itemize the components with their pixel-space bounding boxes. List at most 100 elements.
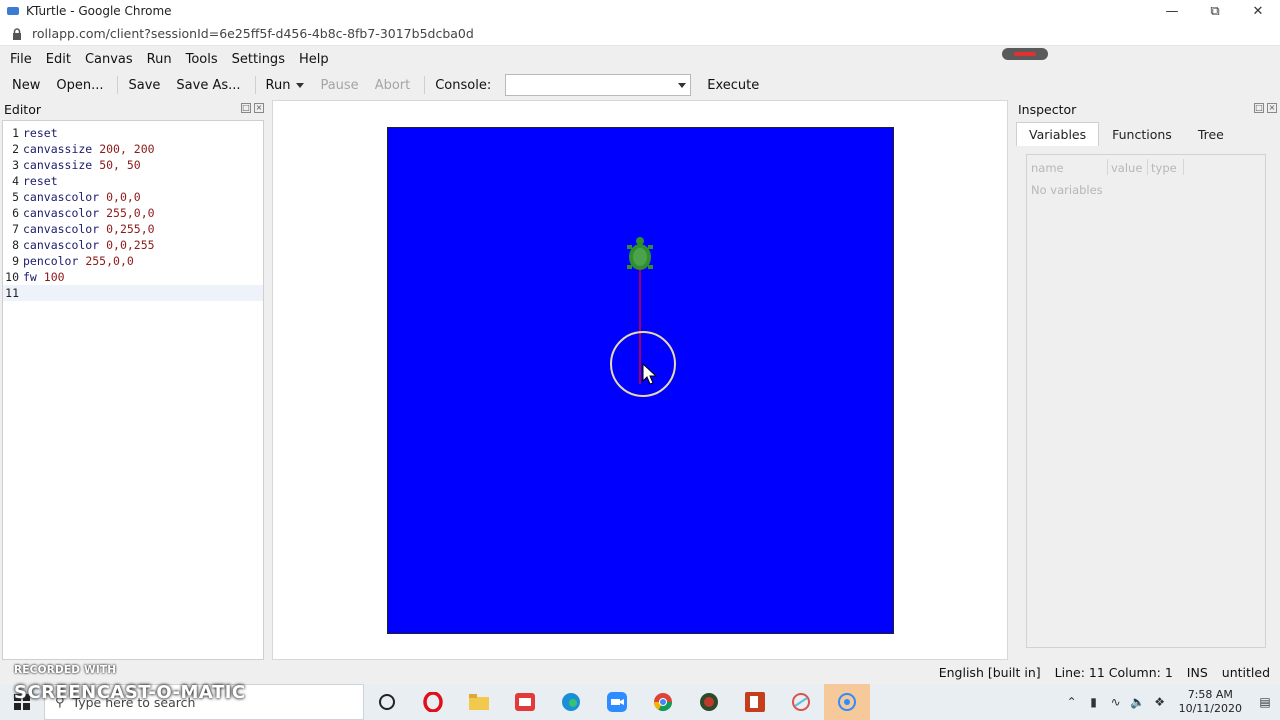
save-button[interactable]: Save [122, 78, 166, 93]
column-separator [1107, 159, 1108, 175]
taskbar-pin-app[interactable] [778, 684, 824, 720]
code-command: canvascolor [23, 190, 100, 204]
run-label: Run [265, 77, 291, 93]
menu-tools[interactable]: Tools [180, 52, 224, 67]
turtle-icon [627, 237, 653, 270]
column-header-type[interactable]: type [1151, 161, 1177, 175]
abort-button[interactable]: Abort [369, 78, 417, 93]
taskbar-chrome[interactable] [640, 684, 686, 720]
taskbar-opera[interactable] [410, 684, 456, 720]
minimize-button[interactable]: — [1152, 0, 1192, 22]
url-text[interactable]: rollapp.com/client?sessionId=6e25ff5f-d4… [32, 26, 474, 41]
pin-app-icon [792, 693, 810, 711]
code-args: 0,255,0 [106, 222, 155, 236]
code-line: 5 canvascolor 0,0,0 [3, 189, 263, 205]
cortana-button[interactable] [364, 684, 410, 720]
open-button[interactable]: Open... [50, 78, 109, 93]
restore-icon: ⧉ [1210, 3, 1220, 19]
line-number: 10 [5, 270, 19, 284]
canvas-area [272, 100, 1008, 660]
console-label: Console: [435, 77, 492, 93]
notification-icon: ▤ [1259, 695, 1271, 709]
line-number: 8 [12, 238, 19, 252]
float-panel-button[interactable]: □ [241, 103, 251, 113]
column-header-name[interactable]: name [1031, 161, 1064, 175]
taskbar-mail-app[interactable] [502, 684, 548, 720]
browser-title-bar: KTurtle - Google Chrome — ⧉ ✕ [0, 0, 1280, 22]
run-button[interactable]: Run [260, 78, 311, 93]
address-bar[interactable]: rollapp.com/client?sessionId=6e25ff5f-d4… [0, 22, 1280, 46]
toolbar-separator [117, 76, 119, 94]
new-button[interactable]: New [6, 78, 46, 93]
edge-icon [562, 693, 580, 711]
column-separator [1183, 159, 1184, 175]
recorder-badge: RECORDED WITH [14, 664, 117, 676]
variables-table[interactable]: name value type No variables [1026, 154, 1266, 648]
status-language: English [built in] [938, 664, 1041, 680]
code-args: 255,0,0 [85, 254, 134, 268]
line-number: 7 [12, 222, 19, 236]
close-panel-button[interactable]: × [1267, 103, 1277, 113]
editor-title: Editor [4, 101, 41, 117]
column-separator [1147, 159, 1148, 175]
zoom-icon [607, 692, 627, 712]
pause-button[interactable]: Pause [314, 78, 364, 93]
console-input[interactable] [505, 74, 692, 96]
kturtle-app: File Edit Canvas Run Tools Settings Help… [0, 46, 1280, 686]
wifi-icon[interactable]: ∿ [1105, 684, 1127, 720]
taskbar-recorder[interactable] [824, 684, 870, 720]
code-command: canvascolor [23, 222, 100, 236]
restore-button[interactable]: ⧉ [1195, 0, 1235, 22]
toolbar-separator [254, 76, 256, 94]
taskbar-powerpoint[interactable] [732, 684, 778, 720]
tab-variables[interactable]: Variables [1016, 122, 1100, 146]
minimize-icon: — [1165, 3, 1179, 19]
line-number: 6 [12, 206, 19, 220]
menu-run[interactable]: Run [141, 52, 178, 67]
dropbox-icon[interactable]: ❖ [1149, 684, 1171, 720]
chevron-up-icon: ⌃ [1066, 695, 1077, 709]
taskbar-edge[interactable] [548, 684, 594, 720]
menu-edit[interactable]: Edit [40, 52, 77, 67]
execute-button[interactable]: Execute [701, 78, 765, 93]
line-number: 1 [12, 126, 19, 140]
system-tray: ⌃ ▮ ∿ 🔈 ❖ 7:58 AM 10/11/2020 ▤ [1061, 684, 1280, 720]
menu-help[interactable]: Help [293, 52, 335, 67]
taskbar-clock[interactable]: 7:58 AM 10/11/2020 [1171, 688, 1250, 716]
volume-icon[interactable]: 🔈 [1127, 684, 1149, 720]
code-args: 0,0,0 [106, 190, 141, 204]
float-panel-button[interactable]: □ [1254, 103, 1264, 113]
app-circle-icon [700, 693, 718, 711]
battery-icon[interactable]: ▮ [1083, 684, 1105, 720]
line-number: 3 [12, 158, 19, 172]
code-command: canvascolor [23, 238, 100, 252]
tab-functions[interactable]: Functions [1099, 122, 1185, 146]
code-command: reset [23, 126, 58, 140]
code-command: canvassize [23, 158, 93, 172]
status-bar: English [built in] Line: 11 Column: 1 IN… [0, 664, 1280, 680]
code-editor[interactable]: 1 reset 2 canvassize 200, 200 3 canvassize … [2, 120, 264, 660]
code-line: 1 reset [3, 125, 263, 141]
canvas-drawing [610, 237, 676, 397]
show-hidden-icons-button[interactable]: ⌃ [1061, 684, 1083, 720]
chevron-down-icon[interactable] [678, 83, 687, 88]
chevron-down-icon[interactable] [296, 82, 305, 88]
save-as-button[interactable]: Save As... [170, 78, 246, 93]
action-center-button[interactable]: ▤ [1250, 684, 1280, 720]
close-panel-button[interactable]: × [254, 103, 264, 113]
close-window-button[interactable]: ✕ [1238, 0, 1278, 22]
line-number: 9 [12, 254, 19, 268]
tab-tree[interactable]: Tree [1185, 122, 1237, 146]
clock-time: 7:58 AM [1187, 688, 1233, 701]
column-header-value[interactable]: value [1111, 161, 1142, 175]
taskbar-zoom[interactable] [594, 684, 640, 720]
menu-canvas[interactable]: Canvas [79, 52, 139, 67]
cortana-icon [379, 694, 395, 710]
turtle-canvas[interactable] [387, 127, 894, 634]
code-line: 7 canvascolor 0,255,0 [3, 221, 263, 237]
taskbar-file-explorer[interactable] [456, 684, 502, 720]
line-number: 2 [12, 142, 19, 156]
menu-file[interactable]: File [4, 52, 38, 67]
taskbar-app-circle[interactable] [686, 684, 732, 720]
menu-settings[interactable]: Settings [226, 52, 291, 67]
